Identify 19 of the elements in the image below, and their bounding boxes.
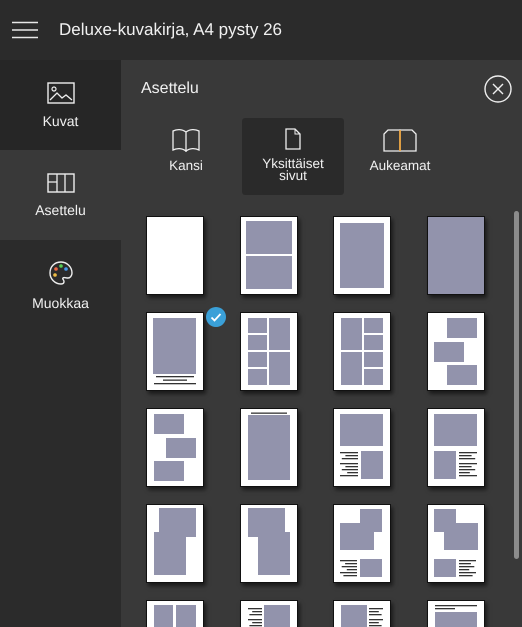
page-icon	[285, 128, 301, 150]
picture-icon	[46, 82, 74, 104]
tab[interactable]: Aukeamat	[349, 118, 451, 195]
check-icon	[206, 307, 226, 327]
panel-title: Asettelu	[141, 80, 199, 98]
sidebar-item[interactable]: Kuvat	[0, 60, 121, 150]
close-icon[interactable]	[484, 75, 512, 103]
layout-thumbnail[interactable]	[146, 307, 226, 392]
scrollbar[interactable]	[514, 211, 519, 559]
menu-icon[interactable]	[12, 21, 38, 39]
tab[interactable]: Kansi	[135, 118, 237, 195]
book-icon	[172, 128, 200, 152]
window-title: Deluxe-kuvakirja, A4 pysty 26	[59, 20, 282, 40]
sidebar-item[interactable]: Asettelu	[0, 150, 121, 240]
sidebar-item[interactable]: Muokkaa	[0, 240, 121, 330]
layout-icon	[46, 172, 74, 192]
tab[interactable]: Yksittäiset sivut	[242, 118, 344, 195]
spread-icon	[383, 128, 417, 152]
palette-icon	[48, 260, 74, 286]
